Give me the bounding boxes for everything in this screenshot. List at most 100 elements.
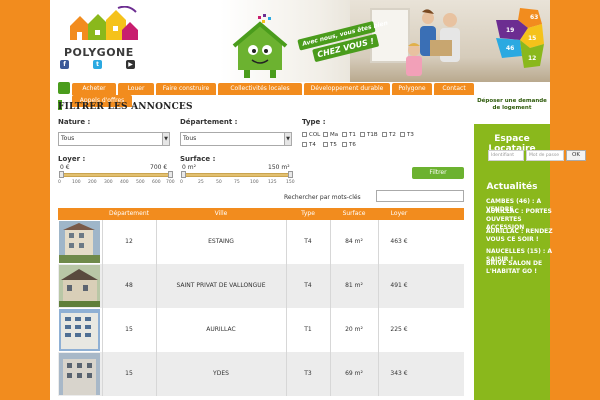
surface-label: Surface : xyxy=(180,155,216,163)
checkbox-icon xyxy=(302,132,307,137)
header-loyer[interactable]: Loyer xyxy=(378,208,420,220)
loyer-label: Loyer : xyxy=(58,155,86,163)
twitter-icon[interactable]: t xyxy=(93,60,102,69)
table-row[interactable]: 15 YDES T3 69 m² 343 € xyxy=(58,352,464,396)
surface-min-value: 0 m² xyxy=(182,164,196,171)
type-checkbox[interactable]: T6 xyxy=(342,142,356,148)
login-ok-button[interactable]: OK xyxy=(566,150,586,161)
cell-surface: 20 m² xyxy=(345,326,363,333)
deposit-request-box[interactable]: Déposer une demande de logement xyxy=(474,82,550,124)
cell-type: T4 xyxy=(304,238,312,245)
cell-departement: 15 xyxy=(125,370,133,377)
region-map[interactable]: 63 19 15 46 12 xyxy=(490,6,548,74)
logo-houses-icon xyxy=(70,6,138,40)
type-checkbox[interactable]: T1B xyxy=(360,132,378,138)
keyword-search-label: Rechercher par mots-clés xyxy=(284,194,361,201)
type-checkbox[interactable]: T4 xyxy=(302,142,316,148)
table-row[interactable]: 15 AURILLAC T1 20 m² 225 € xyxy=(58,308,464,352)
surface-slider[interactable] xyxy=(181,171,293,178)
header: POLYGONE f t ▶ Avec nous, vous êtes bien… xyxy=(50,0,550,82)
table-row[interactable]: 12 ESTAING T4 84 m² 463 € xyxy=(58,220,464,264)
nav-faire-construire[interactable]: Faire construire xyxy=(156,83,216,95)
password-input[interactable]: Mot de passe xyxy=(526,150,564,161)
type-checkboxes: COL Ma T1 T1B T2 T3 T4 T5 T6 xyxy=(302,130,426,156)
cell-ville: YDES xyxy=(213,370,229,377)
keyword-search-input[interactable] xyxy=(376,190,464,202)
listing-photo[interactable] xyxy=(59,221,100,263)
nav-developpement-durable[interactable]: Développement durable xyxy=(304,83,390,95)
departement-select[interactable]: Tous ▼ xyxy=(180,132,292,146)
nav-louer[interactable]: Louer xyxy=(118,83,154,95)
surface-slider-min-handle[interactable] xyxy=(181,171,186,178)
checkbox-icon xyxy=(323,132,328,137)
departement-select-value: Tous xyxy=(183,135,197,142)
social-links: f t ▶ xyxy=(60,60,140,70)
logo[interactable]: POLYGONE xyxy=(58,6,148,59)
checkbox-icon xyxy=(323,142,328,147)
checkbox-icon xyxy=(302,142,307,147)
cell-type: T4 xyxy=(304,282,312,289)
surface-slider-max-handle[interactable] xyxy=(288,171,293,178)
surface-max-value: 150 m² xyxy=(268,164,290,171)
header-type[interactable]: Type xyxy=(286,208,330,220)
cell-surface: 81 m² xyxy=(345,282,363,289)
cell-departement: 12 xyxy=(125,238,133,245)
nav-contact[interactable]: Contact xyxy=(434,83,474,95)
type-checkbox[interactable]: T5 xyxy=(323,142,337,148)
family-photo xyxy=(406,9,460,76)
checkbox-icon xyxy=(400,132,405,137)
nature-label: Nature : xyxy=(58,118,91,126)
nav-polygone[interactable]: Polygone xyxy=(392,83,432,95)
listing-photo[interactable] xyxy=(59,353,100,395)
deposit-request-link[interactable]: Déposer une demande de logement xyxy=(476,98,548,112)
checkbox-icon xyxy=(342,142,347,147)
listing-photo[interactable] xyxy=(59,265,100,307)
checkbox-icon xyxy=(382,132,387,137)
departement-label: Département : xyxy=(180,118,238,126)
news-item[interactable]: AURILLAC : RENDEZ VOUS CE SOIR ! xyxy=(486,228,554,244)
type-checkbox[interactable]: T1 xyxy=(342,132,356,138)
cell-departement: 15 xyxy=(125,326,133,333)
facebook-icon[interactable]: f xyxy=(60,60,69,69)
region-label: 19 xyxy=(506,27,514,34)
cell-surface: 69 m² xyxy=(345,370,363,377)
nav-acheter[interactable]: Acheter xyxy=(72,83,116,95)
filter-button[interactable]: Filtrer xyxy=(412,167,464,179)
nav-collectivites[interactable]: Collectivités locales xyxy=(218,83,302,95)
region-label: 46 xyxy=(506,45,514,52)
house-mascot-icon xyxy=(232,14,288,78)
type-checkbox[interactable]: Ma xyxy=(323,132,338,138)
cell-surface: 84 m² xyxy=(345,238,363,245)
type-checkbox[interactable]: COL xyxy=(302,132,320,138)
cell-loyer: 491 € xyxy=(390,282,408,289)
type-checkbox[interactable]: T3 xyxy=(400,132,414,138)
nature-select[interactable]: Tous ▼ xyxy=(58,132,170,146)
loyer-max-value: 700 € xyxy=(150,164,168,171)
right-sidebar: Déposer une demande de logement Espace L… xyxy=(474,82,586,400)
listing-photo[interactable] xyxy=(59,309,100,351)
youtube-icon[interactable]: ▶ xyxy=(126,60,135,69)
loyer-slider-min-handle[interactable] xyxy=(59,171,64,178)
cell-ville: SAINT PRIVAT DE VALLONGUE xyxy=(176,282,266,289)
cell-loyer: 343 € xyxy=(390,370,408,377)
loyer-slider-max-handle[interactable] xyxy=(168,171,173,178)
cell-ville: AURILLAC xyxy=(206,326,236,333)
table-header: Département Ville Type Surface Loyer xyxy=(58,208,464,220)
loyer-slider[interactable] xyxy=(59,171,173,178)
type-checkbox[interactable]: T2 xyxy=(382,132,396,138)
region-label: 63 xyxy=(530,14,538,21)
home-icon[interactable] xyxy=(58,82,70,94)
checkbox-icon xyxy=(360,132,365,137)
page: POLYGONE f t ▶ Avec nous, vous êtes bien… xyxy=(50,0,586,400)
identifiant-input[interactable]: Identifiant xyxy=(488,150,524,161)
table-row[interactable]: 48 SAINT PRIVAT DE VALLONGUE T4 81 m² 49… xyxy=(58,264,464,308)
news-item[interactable]: BRIVE SALON DE L'HABITAT GO ! xyxy=(486,260,554,276)
header-surface[interactable]: Surface xyxy=(330,208,378,220)
main-content: FILTRER LES ANNONCES Nature : Tous ▼ Dép… xyxy=(58,100,466,400)
filter-title: FILTRER LES ANNONCES xyxy=(58,102,193,112)
header-ville[interactable]: Ville xyxy=(156,208,286,220)
header-departement[interactable]: Département xyxy=(102,208,156,220)
type-label: Type : xyxy=(302,118,326,126)
chevron-down-icon: ▼ xyxy=(162,133,169,145)
cell-ville: ESTAING xyxy=(208,238,234,245)
